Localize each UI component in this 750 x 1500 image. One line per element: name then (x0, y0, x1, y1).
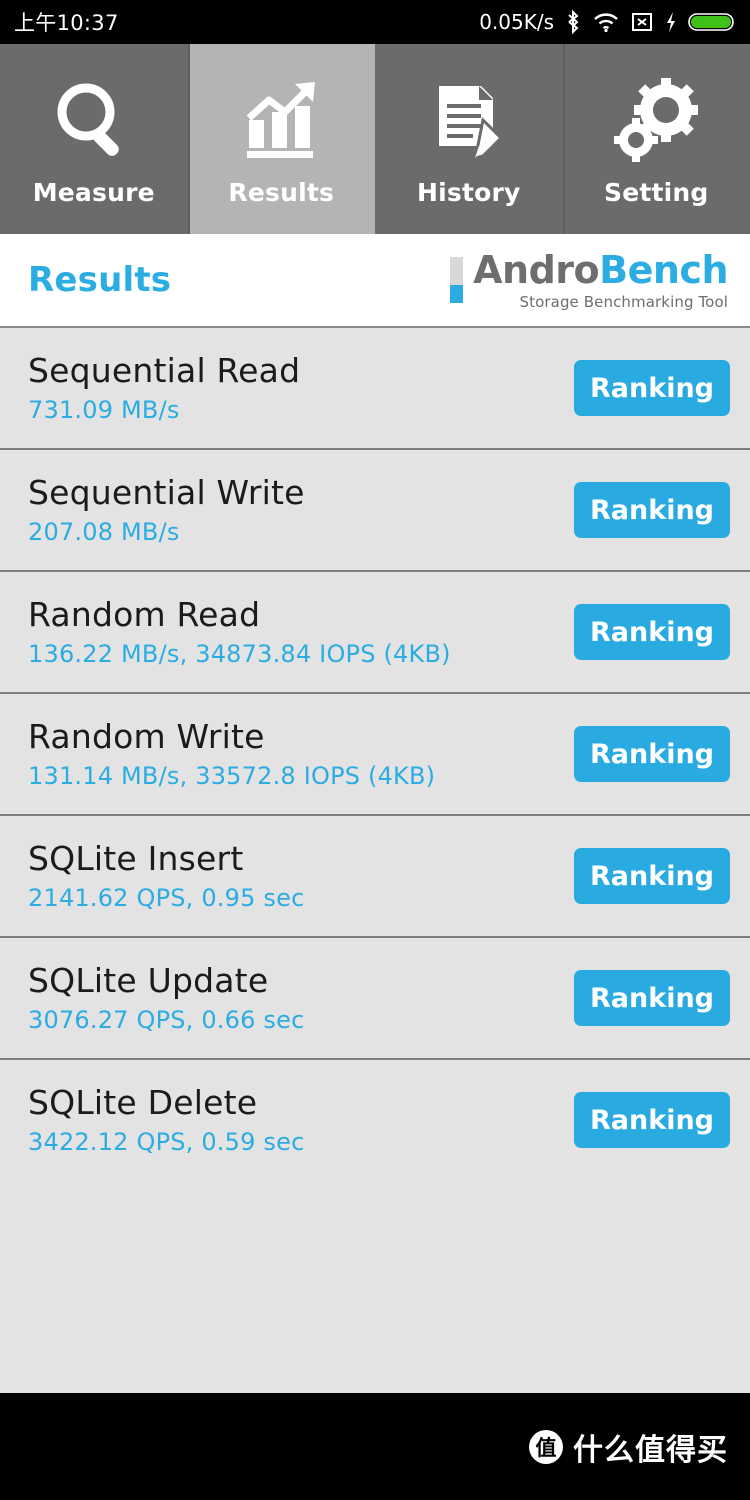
ranking-button[interactable]: Ranking (574, 848, 730, 904)
status-icons: 0.05K/s (479, 9, 736, 35)
result-text: SQLite Update 3076.27 QPS, 0.66 sec (28, 961, 305, 1035)
result-text: SQLite Insert 2141.62 QPS, 0.95 sec (28, 839, 305, 913)
result-row-sequential-read: Sequential Read 731.09 MB/s Ranking (0, 326, 750, 448)
result-row-sqlite-delete: SQLite Delete 3422.12 QPS, 0.59 sec Rank… (0, 1058, 750, 1180)
no-sim-icon (630, 10, 654, 34)
wifi-icon (592, 10, 620, 34)
tab-setting-label: Setting (603, 177, 709, 207)
tab-setting[interactable]: Setting (562, 44, 750, 234)
results-list[interactable]: Sequential Read 731.09 MB/s Ranking Sequ… (0, 326, 750, 1393)
ranking-button[interactable]: Ranking (574, 1092, 730, 1148)
gears-icon (610, 72, 702, 168)
smzdm-logo-icon: 值 (529, 1429, 563, 1464)
tab-measure-label: Measure (32, 177, 155, 207)
magnifier-icon (48, 72, 140, 168)
phone-screen: 上午10:37 0.05K/s Measure Results History … (0, 0, 750, 1500)
ranking-button[interactable]: Ranking (574, 604, 730, 660)
result-name: Random Read (28, 595, 261, 635)
brand-tagline: Storage Benchmarking Tool (519, 292, 728, 311)
result-value: 3076.27 QPS, 0.66 sec (28, 1006, 305, 1035)
result-text: Sequential Write 207.08 MB/s (28, 473, 305, 547)
brand-bar-icon (450, 257, 464, 303)
result-text: Random Write 131.14 MB/s, 33572.8 IOPS (… (28, 717, 436, 791)
tab-history-label: History (416, 177, 521, 207)
result-row-sqlite-insert: SQLite Insert 2141.62 QPS, 0.95 sec Rank… (0, 814, 750, 936)
brand-name-second: Bench (599, 247, 728, 292)
result-row-random-read: Random Read 136.22 MB/s, 34873.84 IOPS (… (0, 570, 750, 692)
result-row-random-write: Random Write 131.14 MB/s, 33572.8 IOPS (… (0, 692, 750, 814)
result-row-sqlite-update: SQLite Update 3076.27 QPS, 0.66 sec Rank… (0, 936, 750, 1058)
result-name: Sequential Read (28, 351, 301, 391)
result-name: SQLite Update (28, 961, 269, 1001)
watermark: 值 什么值得买 (529, 1425, 728, 1469)
result-value: 131.14 MB/s, 33572.8 IOPS (4KB) (28, 762, 436, 791)
ranking-button[interactable]: Ranking (574, 360, 730, 416)
result-name: SQLite Delete (28, 1083, 258, 1123)
status-clock: 上午10:37 (14, 11, 119, 35)
tab-results[interactable]: Results (187, 44, 375, 234)
bar-chart-arrow-icon (235, 72, 327, 168)
status-bar: 上午10:37 0.05K/s (0, 0, 750, 44)
brand-name: AndroBench (473, 251, 728, 289)
androbench-logo: AndroBench Storage Benchmarking Tool (450, 251, 728, 310)
page-header: Results AndroBench Storage Benchmarking … (0, 234, 750, 326)
ranking-button[interactable]: Ranking (574, 726, 730, 782)
main-tab-bar: Measure Results History Setting (0, 44, 750, 234)
bottom-black-bar: 值 什么值得买 (0, 1393, 750, 1500)
result-name: SQLite Insert (28, 839, 244, 879)
result-value: 207.08 MB/s (28, 518, 180, 547)
result-row-sequential-write: Sequential Write 207.08 MB/s Ranking (0, 448, 750, 570)
page-title: Results (28, 260, 172, 300)
brand-text: AndroBench Storage Benchmarking Tool (473, 251, 728, 310)
result-value: 3422.12 QPS, 0.59 sec (28, 1128, 305, 1157)
brand-name-first: Andro (473, 247, 600, 292)
result-name: Sequential Write (28, 473, 305, 513)
result-value: 136.22 MB/s, 34873.84 IOPS (4KB) (28, 640, 451, 669)
tab-measure[interactable]: Measure (0, 44, 188, 234)
tab-history[interactable]: History (375, 44, 563, 234)
result-text: Random Read 136.22 MB/s, 34873.84 IOPS (… (28, 595, 451, 669)
result-name: Random Write (28, 717, 265, 757)
document-pencil-icon (423, 72, 515, 168)
ranking-button[interactable]: Ranking (574, 482, 730, 538)
charging-bolt-icon (664, 10, 678, 34)
battery-icon (688, 10, 736, 34)
tab-results-label: Results (228, 177, 335, 207)
result-text: Sequential Read 731.09 MB/s (28, 351, 301, 425)
network-speed-label: 0.05K/s (479, 10, 554, 34)
ranking-button[interactable]: Ranking (574, 970, 730, 1026)
bluetooth-icon (564, 9, 582, 35)
result-text: SQLite Delete 3422.12 QPS, 0.59 sec (28, 1083, 305, 1157)
result-value: 2141.62 QPS, 0.95 sec (28, 884, 305, 913)
result-value: 731.09 MB/s (28, 396, 180, 425)
watermark-text: 什么值得买 (573, 1432, 728, 1468)
